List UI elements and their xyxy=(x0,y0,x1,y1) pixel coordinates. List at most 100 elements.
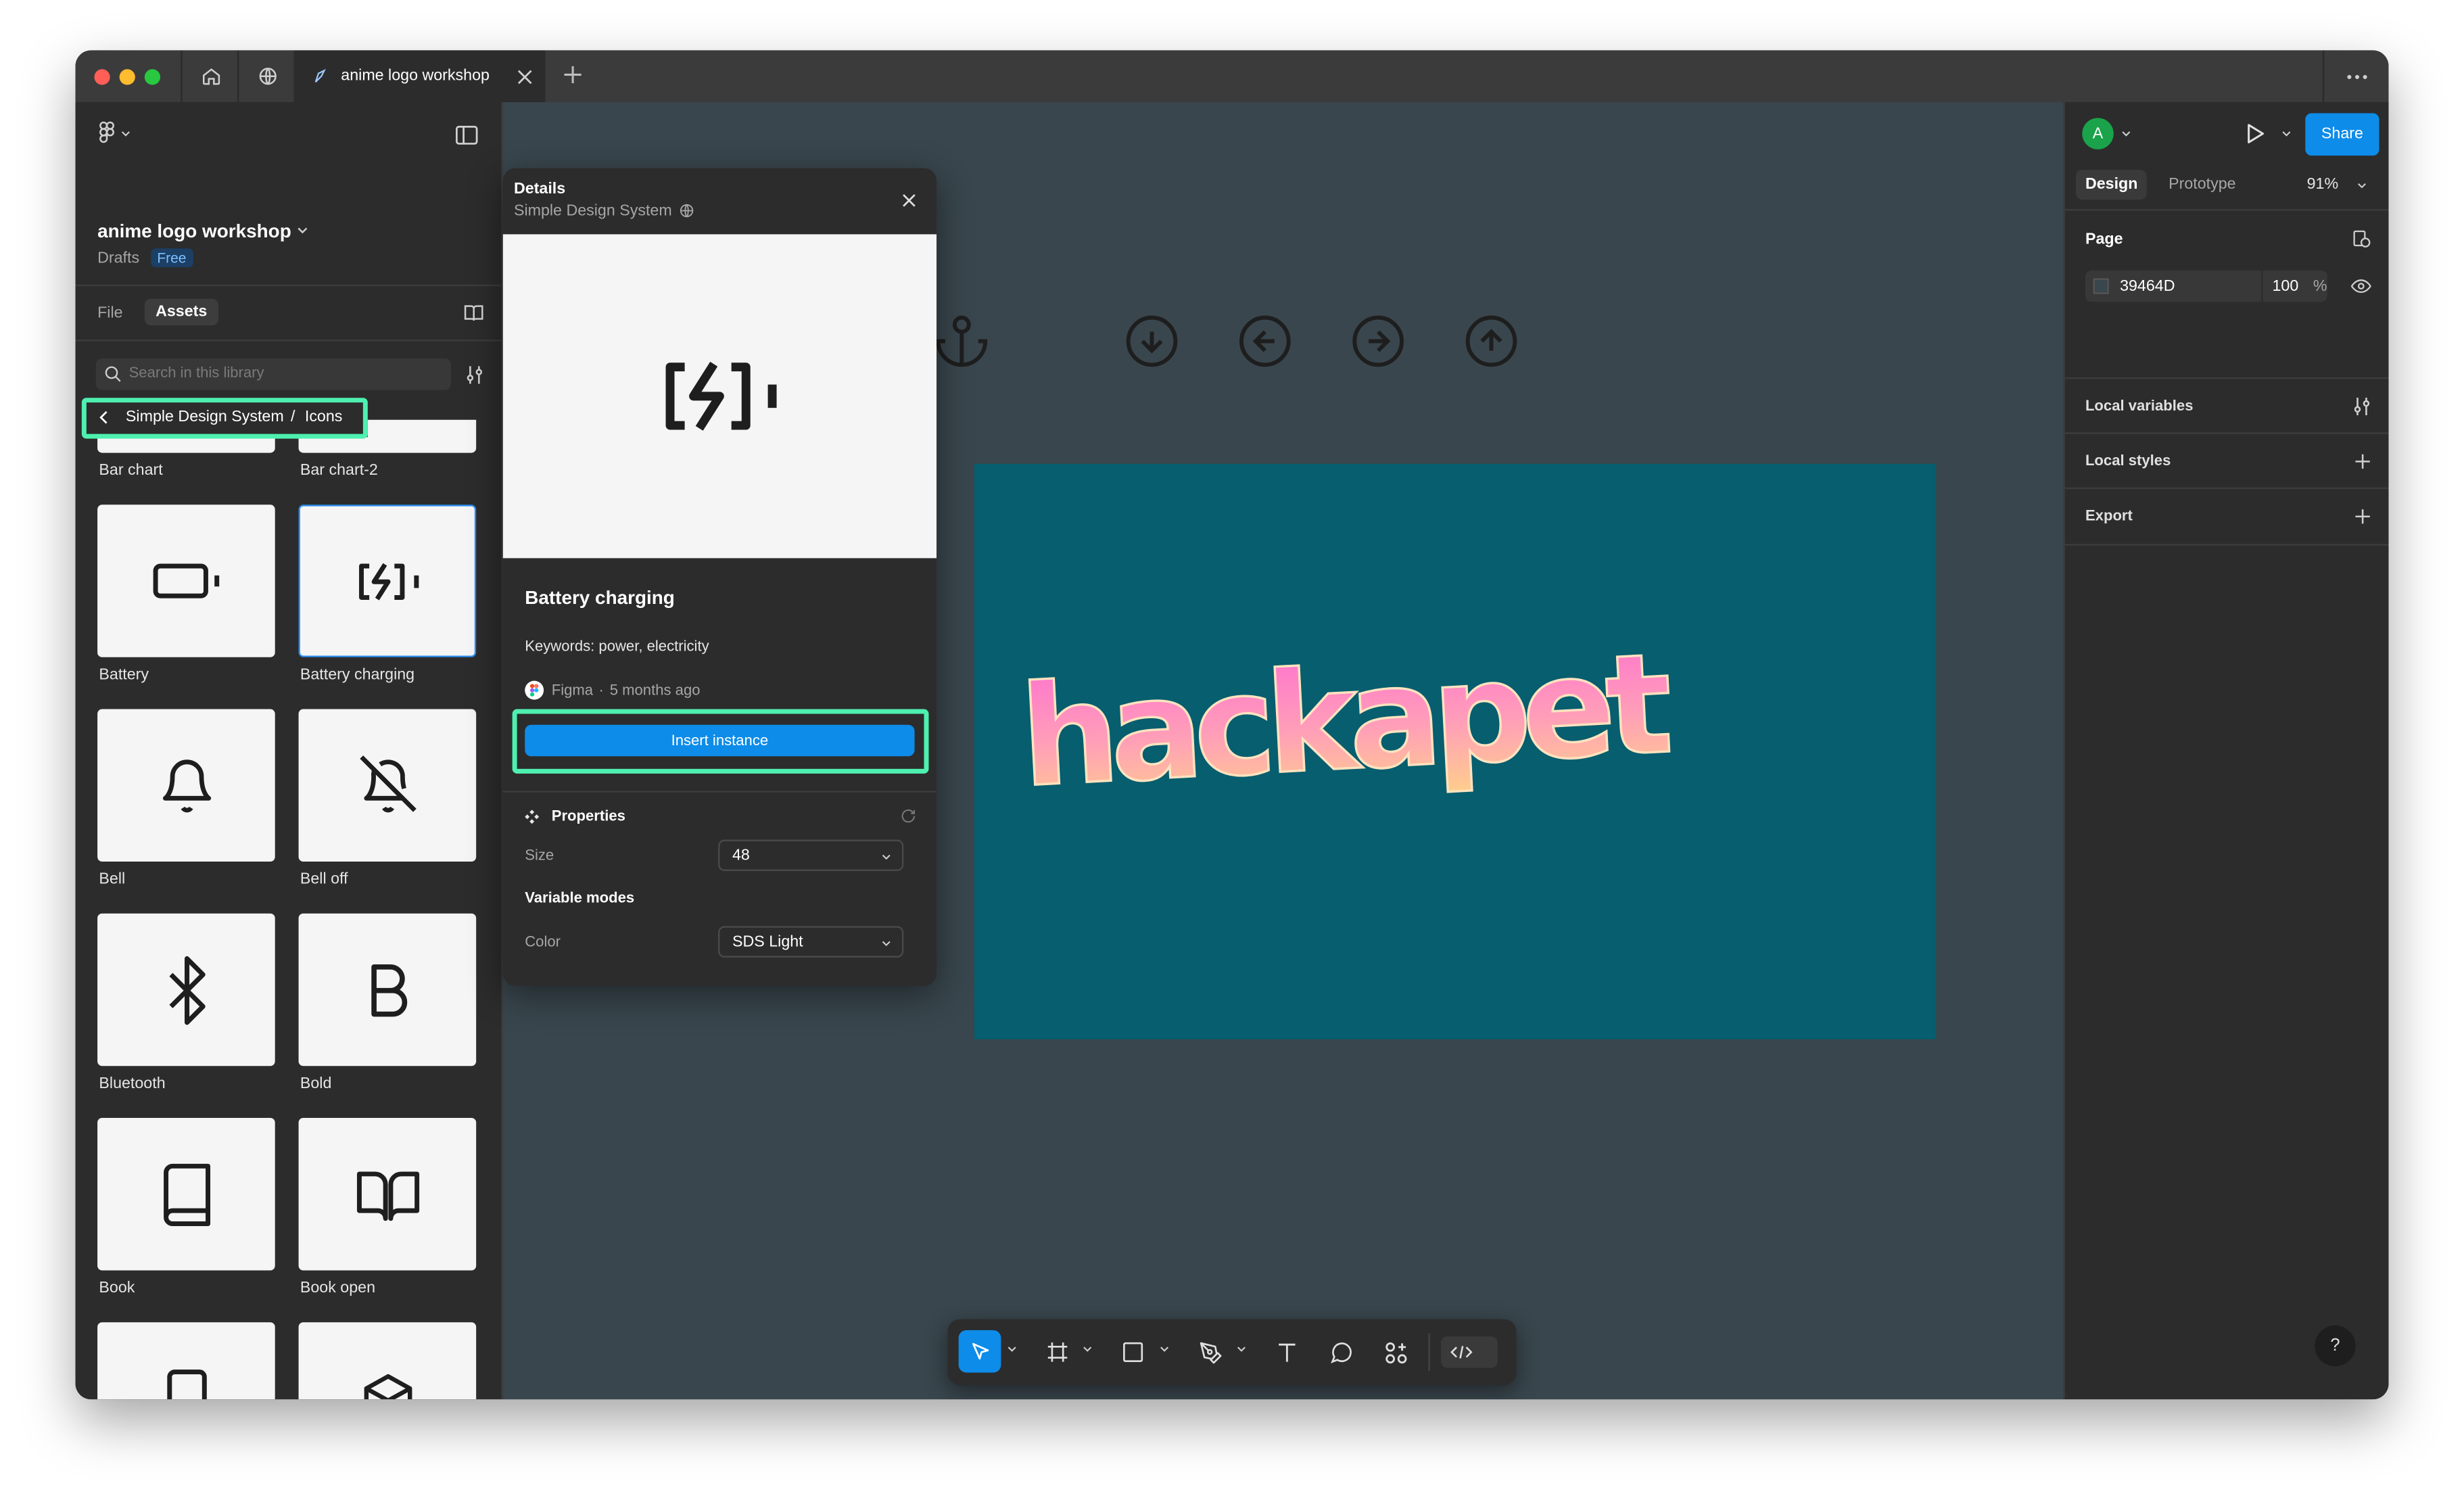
share-button[interactable]: Share xyxy=(2305,113,2379,156)
close-icon[interactable] xyxy=(517,68,533,84)
page-color-field[interactable]: 39464D 100 % xyxy=(2085,270,2327,302)
right-sidebar: A Share Design Prototype 91% Page 39464D… xyxy=(2063,102,2389,1400)
tab-title: anime logo workshop xyxy=(341,67,490,85)
tab-design[interactable]: Design xyxy=(2076,170,2148,200)
search-input[interactable]: Search in this library xyxy=(95,358,451,390)
details-panel: Details Simple Design System Battery cha… xyxy=(502,168,937,986)
file-name[interactable]: anime logo workshop xyxy=(97,220,291,242)
new-tab-button[interactable] xyxy=(563,64,583,93)
local-variables-row[interactable]: Local variables xyxy=(2064,377,2389,434)
tab-file[interactable]: File xyxy=(97,305,122,323)
dev-mode-toggle[interactable] xyxy=(1441,1336,1498,1368)
hackapet-logo[interactable]: hackapet xyxy=(990,613,1682,849)
logo-frame[interactable]: hackapet xyxy=(974,463,1937,1039)
chevron-down-icon[interactable] xyxy=(1160,1344,1169,1354)
rectangle-icon xyxy=(1123,1342,1143,1362)
pen-tool-button[interactable] xyxy=(1194,1336,1225,1367)
color-mode-select[interactable]: SDS Light xyxy=(718,926,904,958)
anchor-icon[interactable] xyxy=(933,313,990,370)
chevron-down-icon[interactable] xyxy=(1237,1344,1246,1354)
page-color-swatch[interactable] xyxy=(2093,278,2109,294)
help-button[interactable]: ? xyxy=(2315,1325,2356,1367)
zoom-level[interactable]: 91% xyxy=(2307,176,2339,193)
asset-bluetooth-card[interactable] xyxy=(97,913,275,1067)
rectangle-tool-button[interactable] xyxy=(1117,1336,1148,1367)
asset-book-card[interactable] xyxy=(97,1118,275,1271)
bell-icon xyxy=(162,759,210,812)
app-window: anime logo workshop anime logo workshop … xyxy=(75,50,2389,1400)
search-placeholder: Search in this library xyxy=(128,365,264,382)
breadcrumb-highlight xyxy=(81,398,368,439)
asset-bookmark-card[interactable] xyxy=(97,1322,275,1400)
size-label: Size xyxy=(525,847,554,865)
chevron-down-icon[interactable] xyxy=(2281,129,2291,139)
frame-tool-button[interactable] xyxy=(1042,1336,1073,1367)
bookmark-icon xyxy=(166,1369,206,1400)
community-button[interactable] xyxy=(237,50,295,103)
asset-bell-card[interactable] xyxy=(97,709,275,862)
component-properties-icon xyxy=(525,810,540,824)
text-tool-button[interactable] xyxy=(1271,1336,1302,1367)
tab-assets[interactable]: Assets xyxy=(144,298,218,326)
asset-label: Bold xyxy=(300,1075,332,1093)
chevron-down-icon[interactable] xyxy=(2357,181,2367,190)
minimize-window-button[interactable] xyxy=(119,69,135,85)
arrow-right-circle-icon[interactable] xyxy=(1350,313,1406,370)
chevron-down-icon[interactable] xyxy=(1008,1344,1017,1354)
asset-battery-card[interactable] xyxy=(97,505,275,657)
asset-book-open-card[interactable] xyxy=(298,1118,477,1271)
asset-bold-card[interactable] xyxy=(298,913,477,1067)
arrow-left-circle-icon[interactable] xyxy=(1237,313,1294,370)
pen-icon xyxy=(1199,1341,1221,1363)
home-button[interactable] xyxy=(181,50,239,103)
asset-box-card[interactable] xyxy=(298,1322,477,1400)
tab-anime-logo-workshop[interactable]: anime logo workshop xyxy=(293,50,546,103)
filter-sliders-icon[interactable] xyxy=(465,365,484,385)
asset-label: Bar chart xyxy=(99,462,163,480)
globe-icon xyxy=(258,68,276,85)
close-window-button[interactable] xyxy=(94,69,110,85)
maximize-window-button[interactable] xyxy=(144,69,161,85)
color-label: Color xyxy=(525,933,561,952)
page-opacity[interactable]: 100 xyxy=(2273,279,2299,296)
reset-icon[interactable] xyxy=(901,808,916,824)
chevron-down-icon[interactable] xyxy=(1083,1344,1092,1354)
asset-battery-charging-card[interactable] xyxy=(298,505,477,657)
comment-tool-button[interactable] xyxy=(1325,1336,1356,1367)
component-author: Figma xyxy=(551,682,594,700)
main-menu-button[interactable] xyxy=(97,121,131,145)
page-color-hex[interactable]: 39464D xyxy=(2120,279,2175,296)
actions-icon xyxy=(1385,1341,1406,1363)
search-icon xyxy=(105,366,121,382)
export-row[interactable]: Export xyxy=(2064,487,2389,546)
chevron-down-icon[interactable] xyxy=(297,225,308,235)
component-name: Battery charging xyxy=(525,586,675,609)
file-location[interactable]: Drafts xyxy=(97,250,139,268)
more-button[interactable] xyxy=(2322,50,2389,103)
actions-tool-button[interactable] xyxy=(1379,1336,1411,1367)
page-settings-icon[interactable] xyxy=(2352,229,2371,248)
move-tool-button[interactable] xyxy=(958,1330,1001,1373)
page-section: Page 39464D 100 % xyxy=(2064,209,2389,322)
plus-icon[interactable] xyxy=(2354,508,2371,525)
plus-icon[interactable] xyxy=(2354,453,2371,471)
divider xyxy=(75,339,502,342)
arrow-up-circle-icon[interactable] xyxy=(1463,313,1520,370)
bluetooth-icon xyxy=(168,955,205,1025)
local-styles-row[interactable]: Local styles xyxy=(2064,432,2389,489)
tab-prototype[interactable]: Prototype xyxy=(2169,176,2235,193)
close-icon[interactable] xyxy=(902,193,916,208)
eye-icon[interactable] xyxy=(2350,279,2371,294)
bold-icon xyxy=(371,963,407,1016)
chevron-down-icon xyxy=(882,941,891,947)
toggle-sidebar-button[interactable] xyxy=(455,124,478,153)
arrow-down-circle-icon[interactable] xyxy=(1124,313,1181,370)
chevron-down-icon[interactable] xyxy=(2121,129,2131,139)
play-icon[interactable] xyxy=(2246,122,2266,145)
variables-sliders-icon[interactable] xyxy=(2352,396,2371,417)
asset-bell-off-card[interactable] xyxy=(298,709,477,862)
user-avatar[interactable]: A xyxy=(2082,118,2114,149)
library-book-icon[interactable] xyxy=(464,304,484,323)
size-select[interactable]: 48 xyxy=(718,839,904,871)
figma-logo-icon xyxy=(529,684,539,697)
